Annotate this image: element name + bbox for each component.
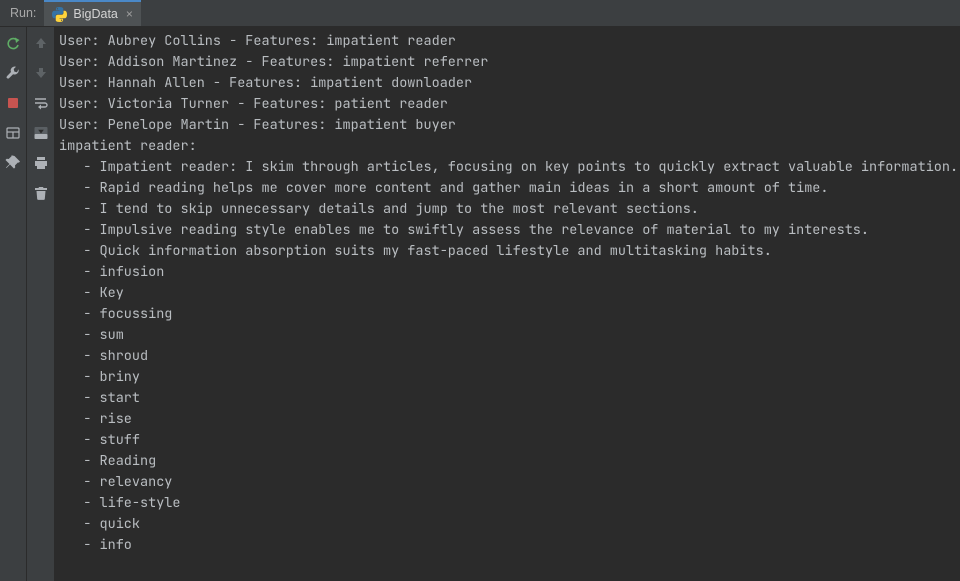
console-line: - sum xyxy=(59,325,960,346)
soft-wrap-button[interactable] xyxy=(31,93,51,113)
arrow-up-icon xyxy=(33,35,49,51)
console-line: - Rapid reading helps me cover more cont… xyxy=(59,178,960,199)
arrow-down-icon xyxy=(33,65,49,81)
run-tool-header: Run: BigData × xyxy=(0,0,960,27)
console-line: User: Aubrey Collins - Features: impatie… xyxy=(59,31,960,52)
soft-wrap-icon xyxy=(33,95,49,111)
console-line: - Quick information absorption suits my … xyxy=(59,241,960,262)
console-line: - Key xyxy=(59,283,960,304)
console-line: User: Hannah Allen - Features: impatient… xyxy=(59,73,960,94)
rerun-button[interactable] xyxy=(3,33,23,53)
console-output[interactable]: User: Aubrey Collins - Features: impatie… xyxy=(55,27,960,581)
console-line: - rise xyxy=(59,409,960,430)
down-stack-button xyxy=(31,63,51,83)
console-line: - Impatient reader: I skim through artic… xyxy=(59,157,960,178)
console-gutter-toolbar xyxy=(27,27,55,581)
console-line: - infusion xyxy=(59,262,960,283)
console-line: - Impulsive reading style enables me to … xyxy=(59,220,960,241)
run-toolbar-left xyxy=(0,27,27,581)
console-line: - relevancy xyxy=(59,472,960,493)
layout-icon xyxy=(5,125,21,141)
console-line: - info xyxy=(59,535,960,556)
pin-button[interactable] xyxy=(3,153,23,173)
pin-icon xyxy=(5,155,21,171)
stop-icon xyxy=(5,95,21,111)
console-line: User: Penelope Martin - Features: impati… xyxy=(59,115,960,136)
console-line: - quick xyxy=(59,514,960,535)
up-stack-button xyxy=(31,33,51,53)
console-line: User: Addison Martinez - Features: impat… xyxy=(59,52,960,73)
scroll-end-button[interactable] xyxy=(31,123,51,143)
console-line: - life-style xyxy=(59,493,960,514)
console-line: - I tend to skip unnecessary details and… xyxy=(59,199,960,220)
console-line: impatient reader: xyxy=(59,136,960,157)
console-line: - stuff xyxy=(59,430,960,451)
console-line: - start xyxy=(59,388,960,409)
run-tab-label: BigData xyxy=(73,7,117,21)
console-line: - briny xyxy=(59,367,960,388)
console-line: - Reading xyxy=(59,451,960,472)
rerun-icon xyxy=(5,35,21,51)
clear-all-button[interactable] xyxy=(31,183,51,203)
stop-button[interactable] xyxy=(3,93,23,113)
close-tab-icon[interactable]: × xyxy=(124,7,135,21)
run-label: Run: xyxy=(0,0,44,26)
wrench-icon xyxy=(5,65,21,81)
layout-button[interactable] xyxy=(3,123,23,143)
run-tab-bigdata[interactable]: BigData × xyxy=(44,0,141,26)
print-button[interactable] xyxy=(31,153,51,173)
console-line: - focussing xyxy=(59,304,960,325)
console-line: User: Victoria Turner - Features: patien… xyxy=(59,94,960,115)
trash-icon xyxy=(33,185,49,201)
modify-run-config-button[interactable] xyxy=(3,63,23,83)
print-icon xyxy=(33,155,49,171)
python-file-icon xyxy=(52,7,67,22)
console-line: - shroud xyxy=(59,346,960,367)
scroll-end-icon xyxy=(33,125,49,141)
